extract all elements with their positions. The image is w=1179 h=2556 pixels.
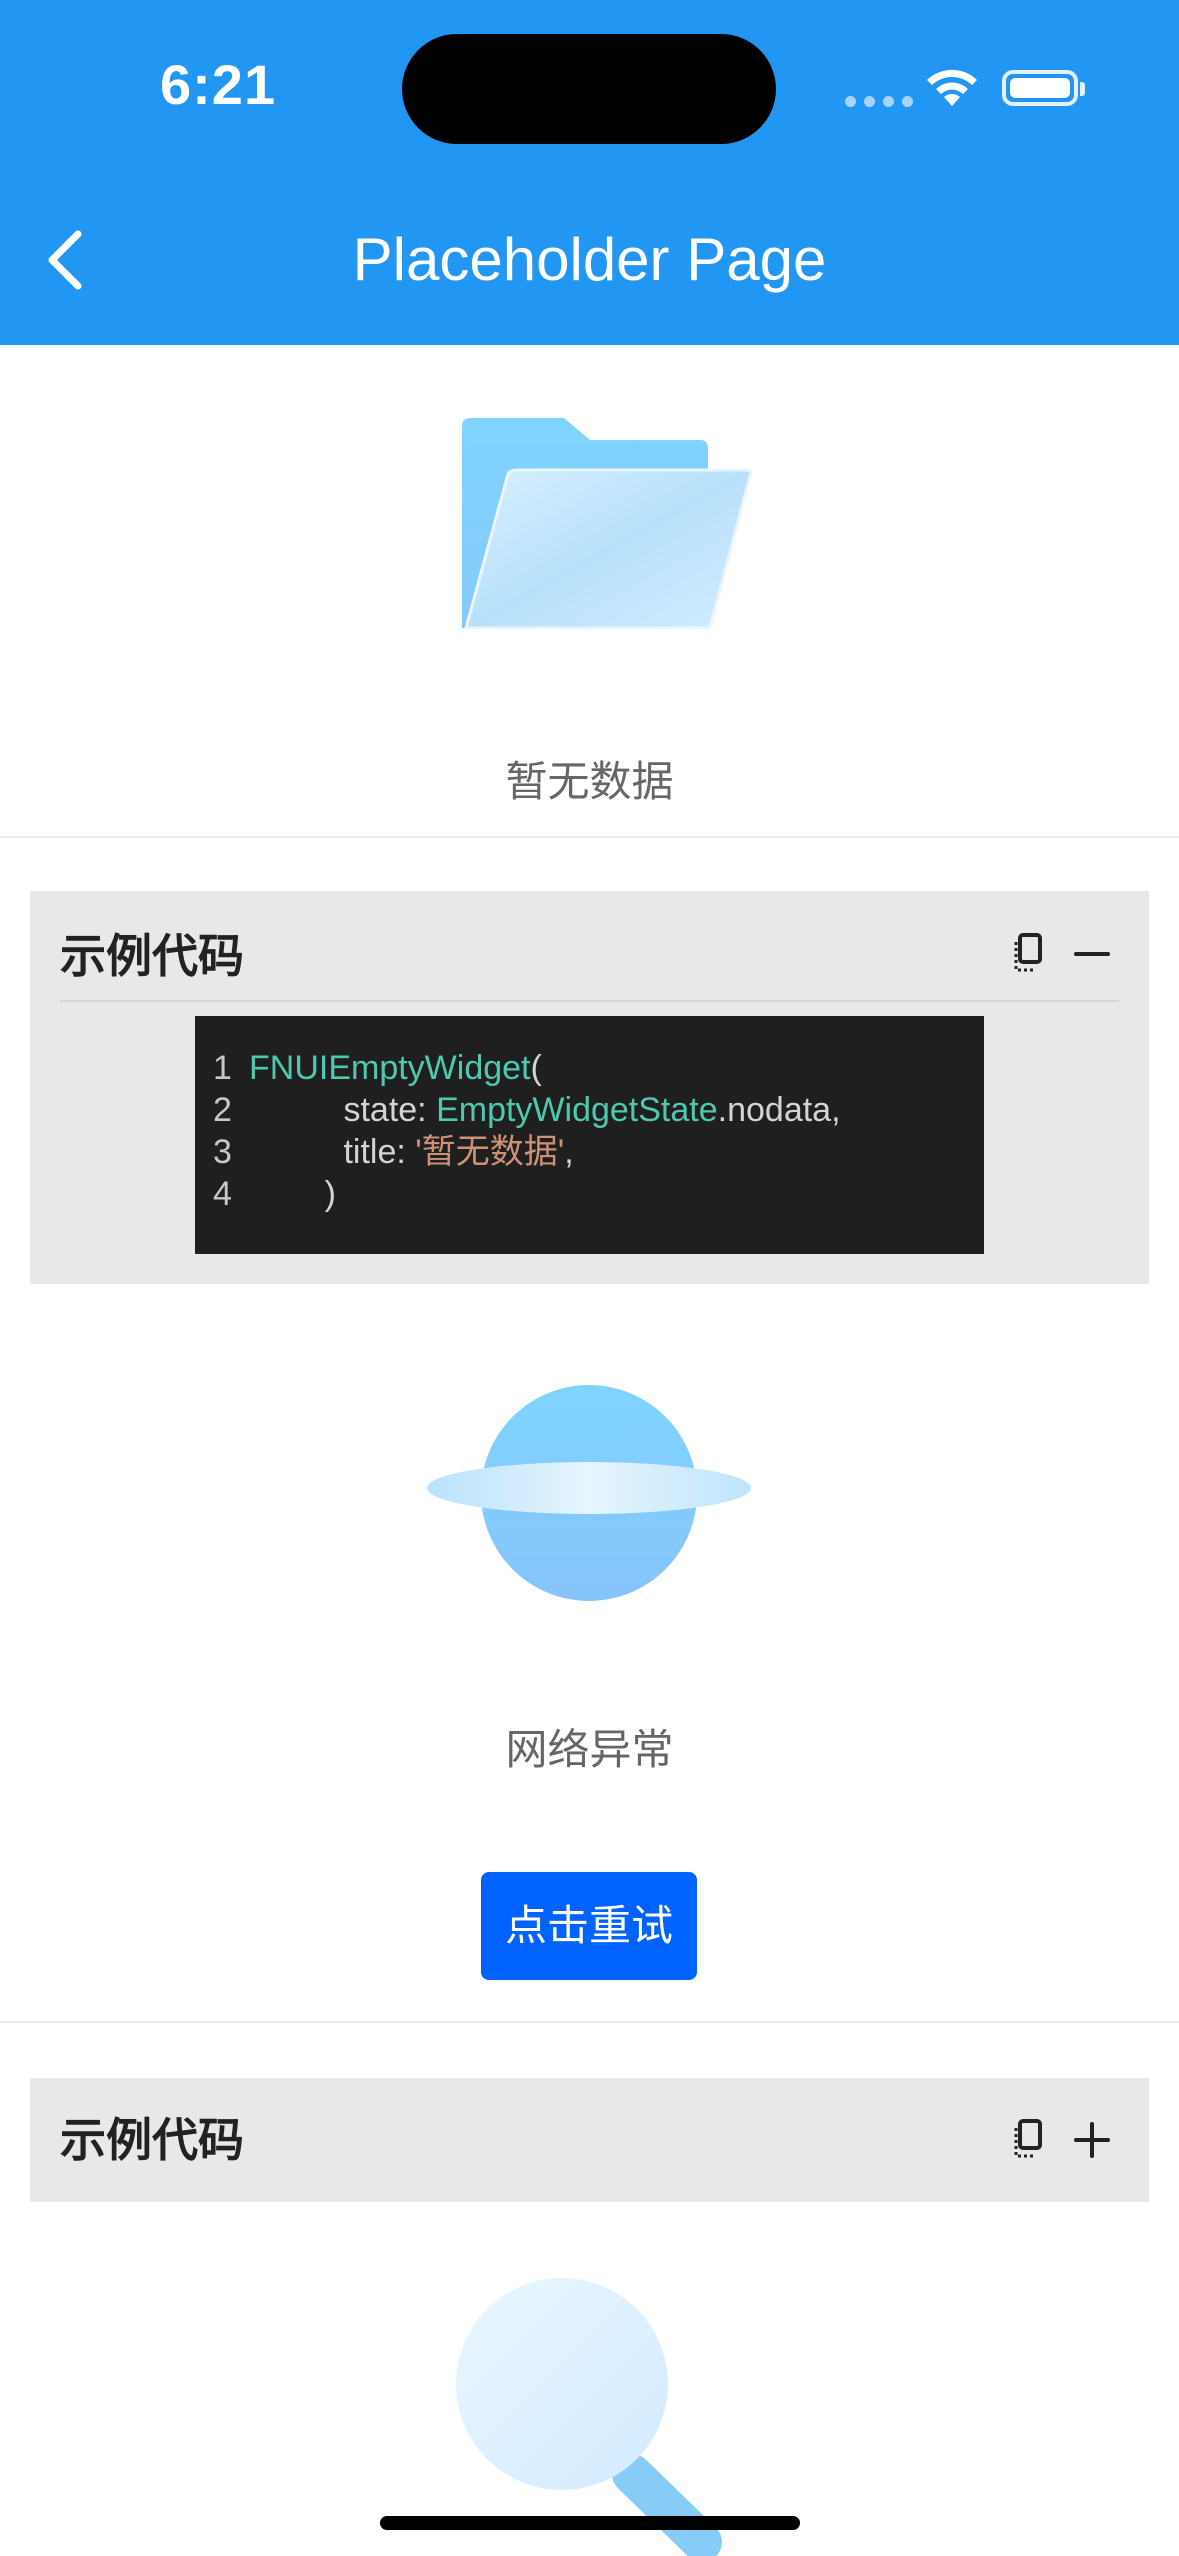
code-block: 1 FNUIEmptyWidget( 2 state: EmptyWidgetSt… bbox=[195, 1016, 984, 1254]
empty-caption: 暂无数据 bbox=[505, 758, 674, 805]
folder-icon bbox=[462, 418, 752, 630]
dynamic-island bbox=[402, 34, 776, 144]
code-card-title: 示例代码 bbox=[60, 930, 244, 982]
copy-icon[interactable] bbox=[1006, 932, 1050, 976]
planet-icon bbox=[427, 1385, 751, 1601]
minus-icon[interactable] bbox=[1070, 932, 1114, 976]
status-time: 6:21 bbox=[160, 53, 277, 116]
plus-icon[interactable] bbox=[1070, 2118, 1114, 2162]
section-divider bbox=[0, 836, 1179, 838]
wifi-icon bbox=[927, 69, 977, 106]
code-card-title: 示例代码 bbox=[60, 2114, 244, 2166]
home-indicator bbox=[380, 2516, 800, 2530]
page-title: Placeholder Page bbox=[352, 226, 827, 293]
magnifier-icon bbox=[456, 2278, 722, 2556]
retry-button[interactable]: 点击重试 bbox=[481, 1872, 697, 1980]
battery-icon bbox=[1002, 70, 1078, 106]
cellular-signal-icon bbox=[845, 96, 913, 107]
code-card-separator bbox=[60, 1000, 1119, 1002]
battery-tip bbox=[1080, 82, 1085, 96]
copy-icon[interactable] bbox=[1006, 2118, 1050, 2162]
section-divider bbox=[0, 2021, 1179, 2023]
network-error-caption: 网络异常 bbox=[505, 1726, 674, 1773]
